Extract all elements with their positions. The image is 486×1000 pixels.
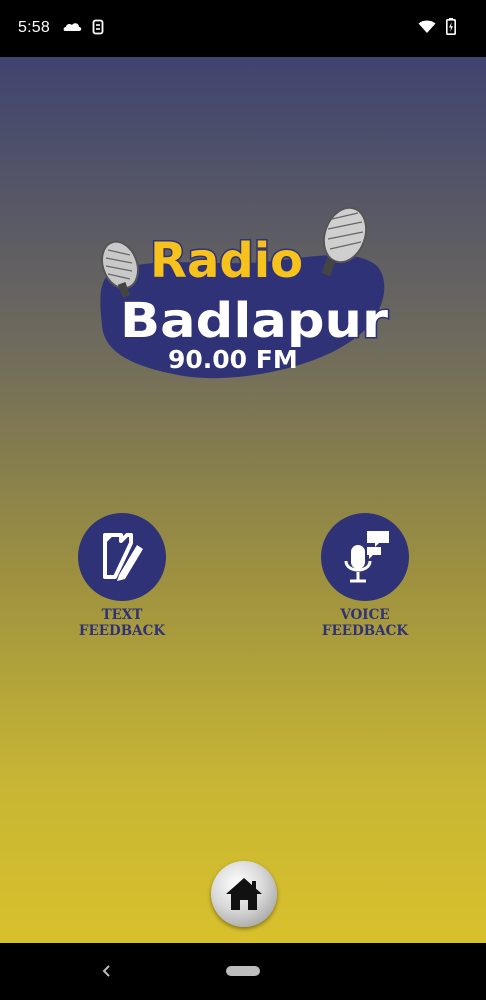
- radio-badlapur-logo: Radio Badlapur 90.00 FM: [100, 206, 390, 379]
- text-feedback-button[interactable]: TEXT FEEDBACK: [52, 513, 192, 639]
- document-edit-icon: [103, 533, 143, 581]
- home-icon: [226, 878, 262, 910]
- status-right-icons: [418, 18, 456, 35]
- voice-feedback-circle[interactable]: [321, 513, 409, 601]
- back-chevron-icon[interactable]: [96, 959, 116, 983]
- voice-feedback-label-line2: FEEDBACK: [321, 623, 409, 639]
- microphone-chat-icon: [344, 531, 389, 583]
- storage-icon: [92, 19, 104, 35]
- home-gesture-pill[interactable]: [226, 966, 260, 976]
- text-feedback-label-line2: FEEDBACK: [78, 623, 166, 639]
- logo-badlapur-text: Badlapur: [120, 293, 388, 349]
- text-feedback-circle[interactable]: [78, 513, 166, 601]
- home-button[interactable]: [211, 861, 277, 927]
- cloud-icon: [63, 23, 82, 31]
- text-feedback-label-line1: TEXT: [101, 607, 143, 623]
- voice-feedback-button[interactable]: VOICE FEEDBACK: [295, 513, 435, 639]
- status-time: 5:58: [18, 19, 50, 36]
- text-feedback-label: TEXT FEEDBACK: [52, 607, 192, 639]
- voice-feedback-label: VOICE FEEDBACK: [295, 607, 435, 639]
- navigation-bar: [0, 943, 486, 1000]
- wifi-icon: [418, 20, 436, 33]
- status-bar: 5:58: [0, 0, 486, 57]
- main-content: Radio Badlapur 90.00 FM TEXT FEEDBACK VO…: [0, 57, 486, 943]
- logo-radio-text: Radio: [150, 233, 303, 289]
- battery-icon: [446, 18, 456, 35]
- voice-feedback-label-line1: VOICE: [340, 607, 390, 623]
- logo-frequency-text: 90.00 FM: [168, 345, 298, 374]
